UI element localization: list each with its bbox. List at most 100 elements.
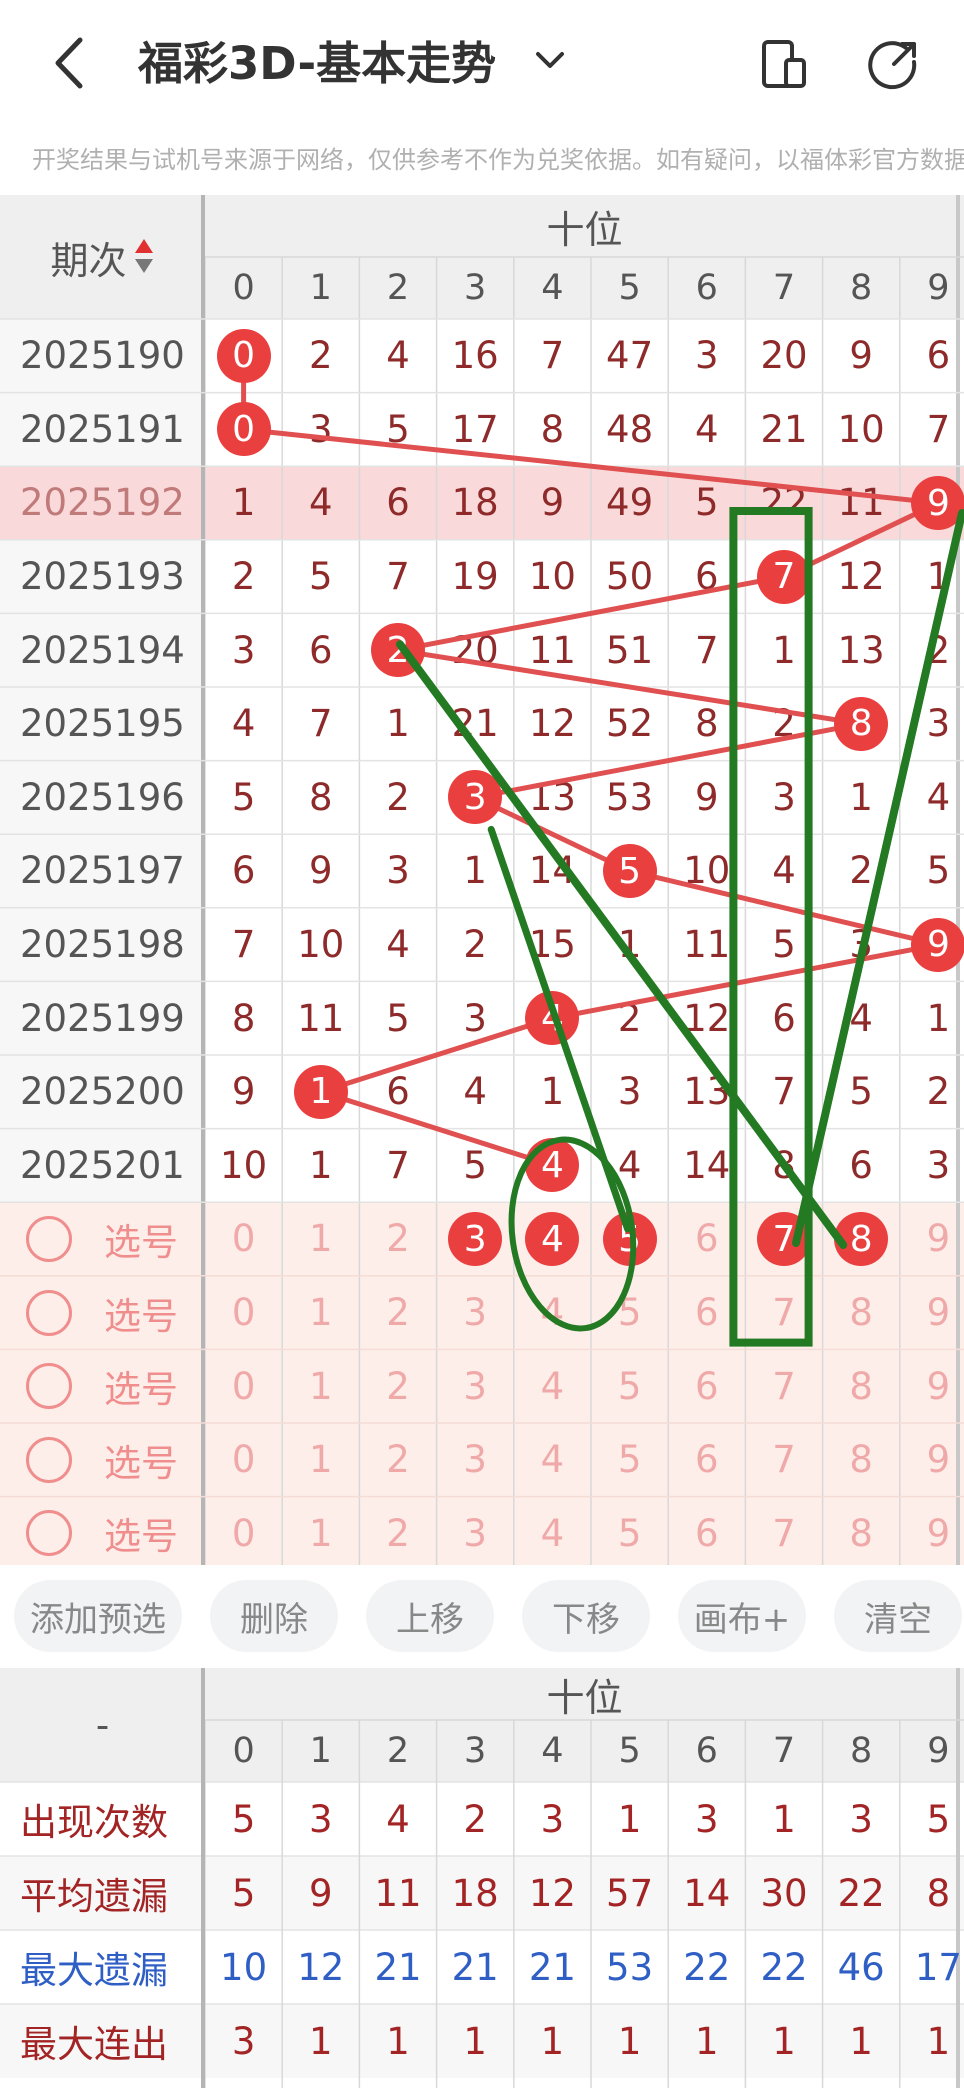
pick-number[interactable]: 5 — [591, 1423, 668, 1497]
action-toolbar: 添加预选 删除 上移 下移 画布+ 清空 — [0, 1565, 964, 1667]
pick-number[interactable]: 2 — [359, 1497, 436, 1571]
pick-label: 选号 — [104, 1368, 178, 1412]
pick-label: 选号 — [104, 1294, 178, 1338]
pick-number[interactable]: 5 — [591, 1497, 668, 1571]
omission-cell: 12 — [837, 555, 885, 599]
stat-value: 11 — [374, 1871, 422, 1915]
pick-checkbox[interactable] — [26, 1363, 72, 1410]
pick-number[interactable]: 9 — [900, 1497, 964, 1571]
period-header[interactable]: 期次 — [0, 195, 205, 319]
stat-value: 3 — [309, 1797, 333, 1841]
clear-button[interactable]: 清空 — [834, 1580, 962, 1652]
pick-number[interactable]: 4 — [514, 1423, 591, 1497]
pick-number[interactable]: 2 — [359, 1423, 436, 1497]
omission-cell: 17 — [451, 407, 499, 451]
pick-number[interactable]: 1 — [282, 1349, 359, 1423]
omission-cell: 4 — [231, 702, 256, 746]
pick-number[interactable]: 9 — [900, 1349, 964, 1423]
omission-cell: 19 — [451, 555, 499, 599]
pick-number[interactable]: 2 — [359, 1202, 436, 1276]
stat-value: 1 — [695, 2019, 719, 2063]
pick-number[interactable]: 7 — [745, 1423, 822, 1497]
pick-number[interactable]: 7 — [745, 1497, 822, 1571]
pick-number[interactable]: 4 — [514, 1497, 591, 1571]
stat-value: 10 — [220, 1945, 268, 1989]
pick-number[interactable]: 9 — [900, 1276, 964, 1350]
sort-icon — [134, 239, 153, 273]
pick-number[interactable]: 9 — [900, 1423, 964, 1497]
pick-checkbox[interactable] — [26, 1436, 72, 1483]
pick-number[interactable]: 6 — [668, 1349, 745, 1423]
omission-cell: 22 — [760, 481, 808, 525]
omission-cell: 9 — [231, 1070, 256, 1114]
omission-cell: 2 — [926, 628, 951, 672]
pick-number[interactable]: 8 — [823, 1497, 900, 1571]
pick-ball-selected[interactable]: 8 — [834, 1212, 889, 1266]
omission-cell: 9 — [695, 775, 719, 819]
stat-value: 57 — [606, 1871, 654, 1915]
pick-number[interactable]: 0 — [205, 1349, 282, 1423]
pick-number[interactable]: 6 — [668, 1276, 745, 1350]
pick-number[interactable]: 4 — [514, 1349, 591, 1423]
back-button[interactable] — [42, 30, 102, 96]
omission-cell: 2 — [231, 555, 256, 599]
pick-number[interactable]: 0 — [205, 1497, 282, 1571]
delete-button[interactable]: 删除 — [210, 1580, 338, 1652]
omission-cell: 7 — [231, 923, 256, 967]
pick-label: 选号 — [104, 1515, 178, 1559]
pick-number[interactable]: 3 — [437, 1423, 514, 1497]
pick-checkbox[interactable] — [26, 1216, 72, 1262]
move-down-button[interactable]: 下移 — [522, 1580, 650, 1652]
disclaimer-notice: 开奖结果与试机号来源于网络，仅供参考不作为兑奖依据。如有疑问，以福体彩官方数据 — [32, 146, 964, 174]
pick-ball-selected[interactable]: 5 — [602, 1212, 657, 1266]
pick-number[interactable]: 6 — [668, 1202, 745, 1276]
omission-cell: 8 — [309, 775, 333, 819]
title-dropdown[interactable] — [530, 40, 570, 80]
pick-number[interactable]: 7 — [745, 1276, 822, 1350]
pick-number[interactable]: 5 — [591, 1276, 668, 1350]
pick-number[interactable]: 8 — [823, 1276, 900, 1350]
omission-cell: 1 — [926, 996, 951, 1040]
pick-number[interactable]: 1 — [282, 1202, 359, 1276]
pick-number[interactable]: 1 — [282, 1423, 359, 1497]
pick-number[interactable]: 9 — [900, 1202, 964, 1276]
pick-ball-selected[interactable]: 4 — [525, 1212, 580, 1266]
pick-number[interactable]: 1 — [282, 1276, 359, 1350]
pick-number[interactable]: 0 — [205, 1423, 282, 1497]
share-button[interactable] — [866, 36, 922, 92]
pick-number[interactable]: 8 — [823, 1423, 900, 1497]
pick-number[interactable]: 3 — [437, 1349, 514, 1423]
period-number: 2025193 — [20, 555, 185, 599]
omission-cell: 6 — [231, 849, 256, 893]
pick-number[interactable]: 5 — [591, 1349, 668, 1423]
pick-ball-selected[interactable]: 7 — [757, 1212, 811, 1266]
pick-number[interactable]: 6 — [668, 1497, 745, 1571]
stat-value: 30 — [760, 1871, 808, 1915]
pick-number[interactable]: 2 — [359, 1276, 436, 1350]
pick-number[interactable]: 0 — [205, 1276, 282, 1350]
omission-cell: 2 — [309, 334, 333, 378]
add-preselect-button[interactable]: 添加预选 — [14, 1580, 182, 1652]
omission-cell: 1 — [463, 849, 487, 893]
stats-digit-header: 2 — [386, 1731, 410, 1771]
pick-number[interactable]: 6 — [668, 1423, 745, 1497]
pick-number[interactable]: 8 — [823, 1349, 900, 1423]
pick-checkbox[interactable] — [26, 1289, 72, 1336]
omission-cell: 5 — [849, 1070, 873, 1114]
device-button[interactable] — [756, 36, 812, 92]
pick-number[interactable]: 3 — [437, 1276, 514, 1350]
pick-number[interactable]: 2 — [359, 1349, 436, 1423]
pick-number[interactable]: 0 — [205, 1202, 282, 1276]
pick-ball-selected[interactable]: 3 — [448, 1212, 503, 1266]
digit-header: 0 — [232, 268, 255, 308]
stat-value: 14 — [683, 1871, 731, 1915]
stat-value: 1 — [772, 1797, 796, 1841]
pick-label: 选号 — [104, 1441, 178, 1485]
pick-number[interactable]: 7 — [745, 1349, 822, 1423]
pick-number[interactable]: 1 — [282, 1497, 359, 1571]
omission-cell: 6 — [386, 1070, 410, 1114]
move-up-button[interactable]: 上移 — [366, 1580, 494, 1652]
pick-number[interactable]: 4 — [514, 1276, 591, 1350]
pick-number[interactable]: 3 — [437, 1497, 514, 1571]
canvas-plus-button[interactable]: 画布+ — [678, 1580, 806, 1652]
